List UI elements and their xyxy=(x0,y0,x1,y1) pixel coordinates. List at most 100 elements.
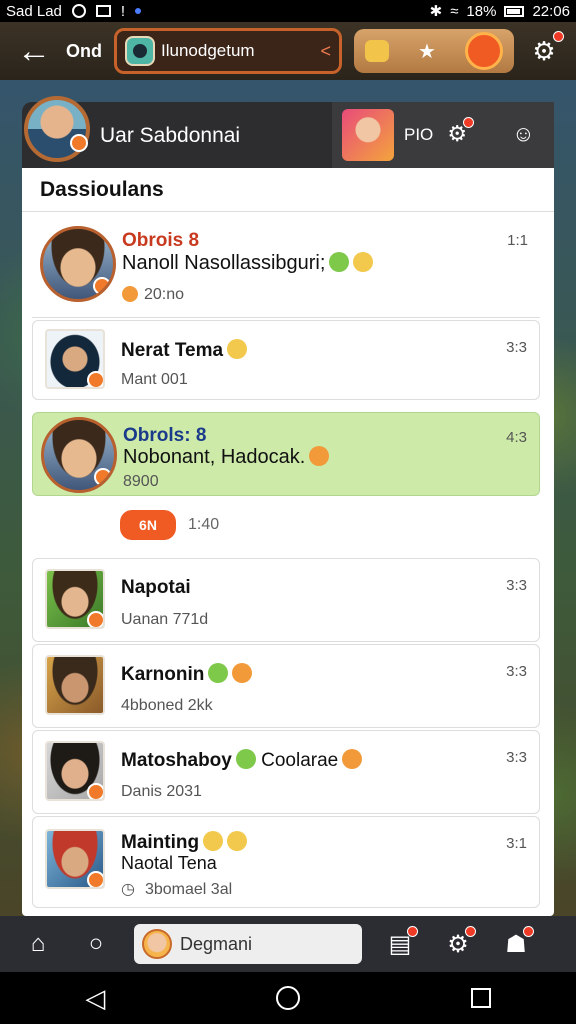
wifi-icon: ≈ xyxy=(450,2,459,20)
conversation-name: Karnonin xyxy=(121,663,253,686)
clock-icon: ◷ xyxy=(121,881,135,898)
conversation-time: 3:1 xyxy=(506,835,527,852)
notification-dot xyxy=(465,926,476,937)
grin-icon xyxy=(353,252,374,272)
conversation-name: Obrois 8 xyxy=(122,230,200,251)
avatar-badge xyxy=(87,871,103,887)
chat-avatar xyxy=(125,36,155,66)
avatar xyxy=(45,829,105,889)
carrier-label: Sad Lad xyxy=(6,2,62,20)
avatar-badge xyxy=(87,783,103,799)
people-icon[interactable]: ☺ xyxy=(509,121,537,149)
emoji-icon xyxy=(227,339,248,359)
settings-icon[interactable]: ⚙ xyxy=(522,29,566,73)
emoji-icon xyxy=(208,663,229,683)
conversation-meta: 20:no xyxy=(122,286,184,304)
list-item-active[interactable]: Obrols: 8 4:3 Nobonant, Hadocak. 8900 xyxy=(32,412,540,496)
notification-icon xyxy=(71,4,86,18)
list-item[interactable]: Obrois 8 1:1 Nanoll Nasollassibguri; 20:… xyxy=(32,214,540,318)
conversation-message: Nobonant, Hadocak. xyxy=(123,446,330,469)
conversation-time: 3:3 xyxy=(506,577,527,594)
avatar xyxy=(40,226,116,302)
profile-avatar[interactable] xyxy=(24,96,90,162)
home-icon[interactable]: ⌂ xyxy=(18,924,58,964)
android-nav-bar: ◁ xyxy=(0,972,576,1024)
clock: 22:06 xyxy=(532,2,570,20)
profile-tab[interactable]: PIO ⚙ ☺ xyxy=(332,102,554,168)
profile-icon[interactable]: ☗ xyxy=(496,924,536,964)
gear-icon[interactable]: ⚙ xyxy=(443,117,475,149)
back-icon[interactable]: ◁ xyxy=(85,983,105,1014)
avatar-badge xyxy=(87,371,103,387)
status-bar: Sad Lad ! ✱ ≈ 18% 22:06 xyxy=(0,0,576,22)
list-item[interactable]: Napotai 3:3 Uanan 771d xyxy=(32,558,540,642)
conversation-meta: 4bboned 2kk xyxy=(121,697,213,714)
bottom-search-label: Degmani xyxy=(180,933,253,954)
conversation-message: Naotal Tena xyxy=(121,853,217,873)
star-icon[interactable]: ★ xyxy=(412,36,442,66)
top-actions: ★ xyxy=(354,29,514,73)
avatar-badge xyxy=(94,468,112,486)
list-item[interactable]: Nerat Tema 3:3 Mant 001 xyxy=(32,320,540,400)
gift-icon[interactable] xyxy=(365,40,390,62)
battery-icon xyxy=(504,5,525,17)
image-notification-icon xyxy=(95,5,111,17)
smile-icon[interactable] xyxy=(464,32,503,70)
profile-name: Uar Sabdonnai xyxy=(100,124,241,147)
emoji-icon xyxy=(203,831,224,851)
profile-tab-label: PIO xyxy=(404,125,434,144)
conversation-name: Mainting xyxy=(121,831,248,854)
avatar xyxy=(45,655,105,715)
notification-dot xyxy=(553,31,564,42)
conversation-time: 3:3 xyxy=(506,749,527,766)
tag-meta: 1:40 xyxy=(188,516,220,533)
bottom-bar: ⌂ ○ Degmani ▤ ⚙ ☗ xyxy=(0,916,576,972)
profile-badge xyxy=(70,134,88,152)
emoji-icon xyxy=(227,831,248,851)
emoji-icon xyxy=(232,663,253,683)
chat-title-pill[interactable]: Ilunodgetum < xyxy=(114,28,342,74)
back-arrow-icon[interactable]: ← xyxy=(10,28,58,74)
list-item[interactable]: Matoshaboy Coolarae 3:3 Danis 2031 xyxy=(32,730,540,814)
profile-header: Uar Sabdonnai PIO ⚙ ☺ xyxy=(22,96,554,168)
settings-icon[interactable]: ⚙ xyxy=(438,924,478,964)
chevron-left-icon: < xyxy=(320,40,331,61)
notification-dot xyxy=(523,926,534,937)
message-icon[interactable]: ▤ xyxy=(380,924,420,964)
battery-percent: 18% xyxy=(466,2,497,20)
bluetooth-icon: ✱ xyxy=(429,3,443,20)
avatar xyxy=(41,417,117,493)
conversation-meta: Danis 2031 xyxy=(121,783,202,800)
conversation-time: 3:3 xyxy=(506,339,527,356)
conversation-message: Nanoll Nasollassibguri; xyxy=(122,252,374,275)
dot-icon xyxy=(135,8,142,14)
bottom-search[interactable]: Degmani xyxy=(134,924,362,964)
friend-avatar xyxy=(342,109,394,161)
notification-dot xyxy=(407,926,418,937)
conversation-meta: Uanan 771d xyxy=(121,611,209,628)
avatar-badge xyxy=(87,611,103,627)
notification-dot xyxy=(463,117,475,128)
top-bar: ← Ond Ilunodgetum < ★ ⚙ xyxy=(0,22,576,80)
list-item[interactable]: Karnonin 3:3 4bboned 2kk xyxy=(32,644,540,728)
emoji-icon xyxy=(342,749,363,769)
conversation-name: Nerat Tema xyxy=(121,339,248,362)
recents-icon[interactable] xyxy=(470,988,491,1008)
conversation-meta: ◷ 3bomael 3al xyxy=(121,881,233,898)
list-item[interactable]: Mainting 3:1 Naotal Tena ◷ 3bomael 3al xyxy=(32,816,540,908)
emoji-icon xyxy=(309,446,330,466)
chat-title: Ilunodgetum xyxy=(161,41,255,60)
conversation-name: Matoshaboy Coolarae xyxy=(121,749,363,772)
chat-bubble-icon[interactable]: ○ xyxy=(76,924,116,964)
home-circle-icon[interactable] xyxy=(275,986,300,1010)
clock-icon xyxy=(122,286,138,302)
conversation-time: 4:3 xyxy=(506,429,527,446)
avatar xyxy=(45,741,105,801)
avatar-badge xyxy=(93,277,111,295)
user-avatar xyxy=(142,929,172,959)
thumbs-up-icon xyxy=(329,252,350,272)
emoji-icon xyxy=(235,749,256,769)
tag-button[interactable]: 6N xyxy=(120,510,176,540)
conversation-time: 1:1 xyxy=(507,232,528,249)
avatar xyxy=(45,329,105,389)
